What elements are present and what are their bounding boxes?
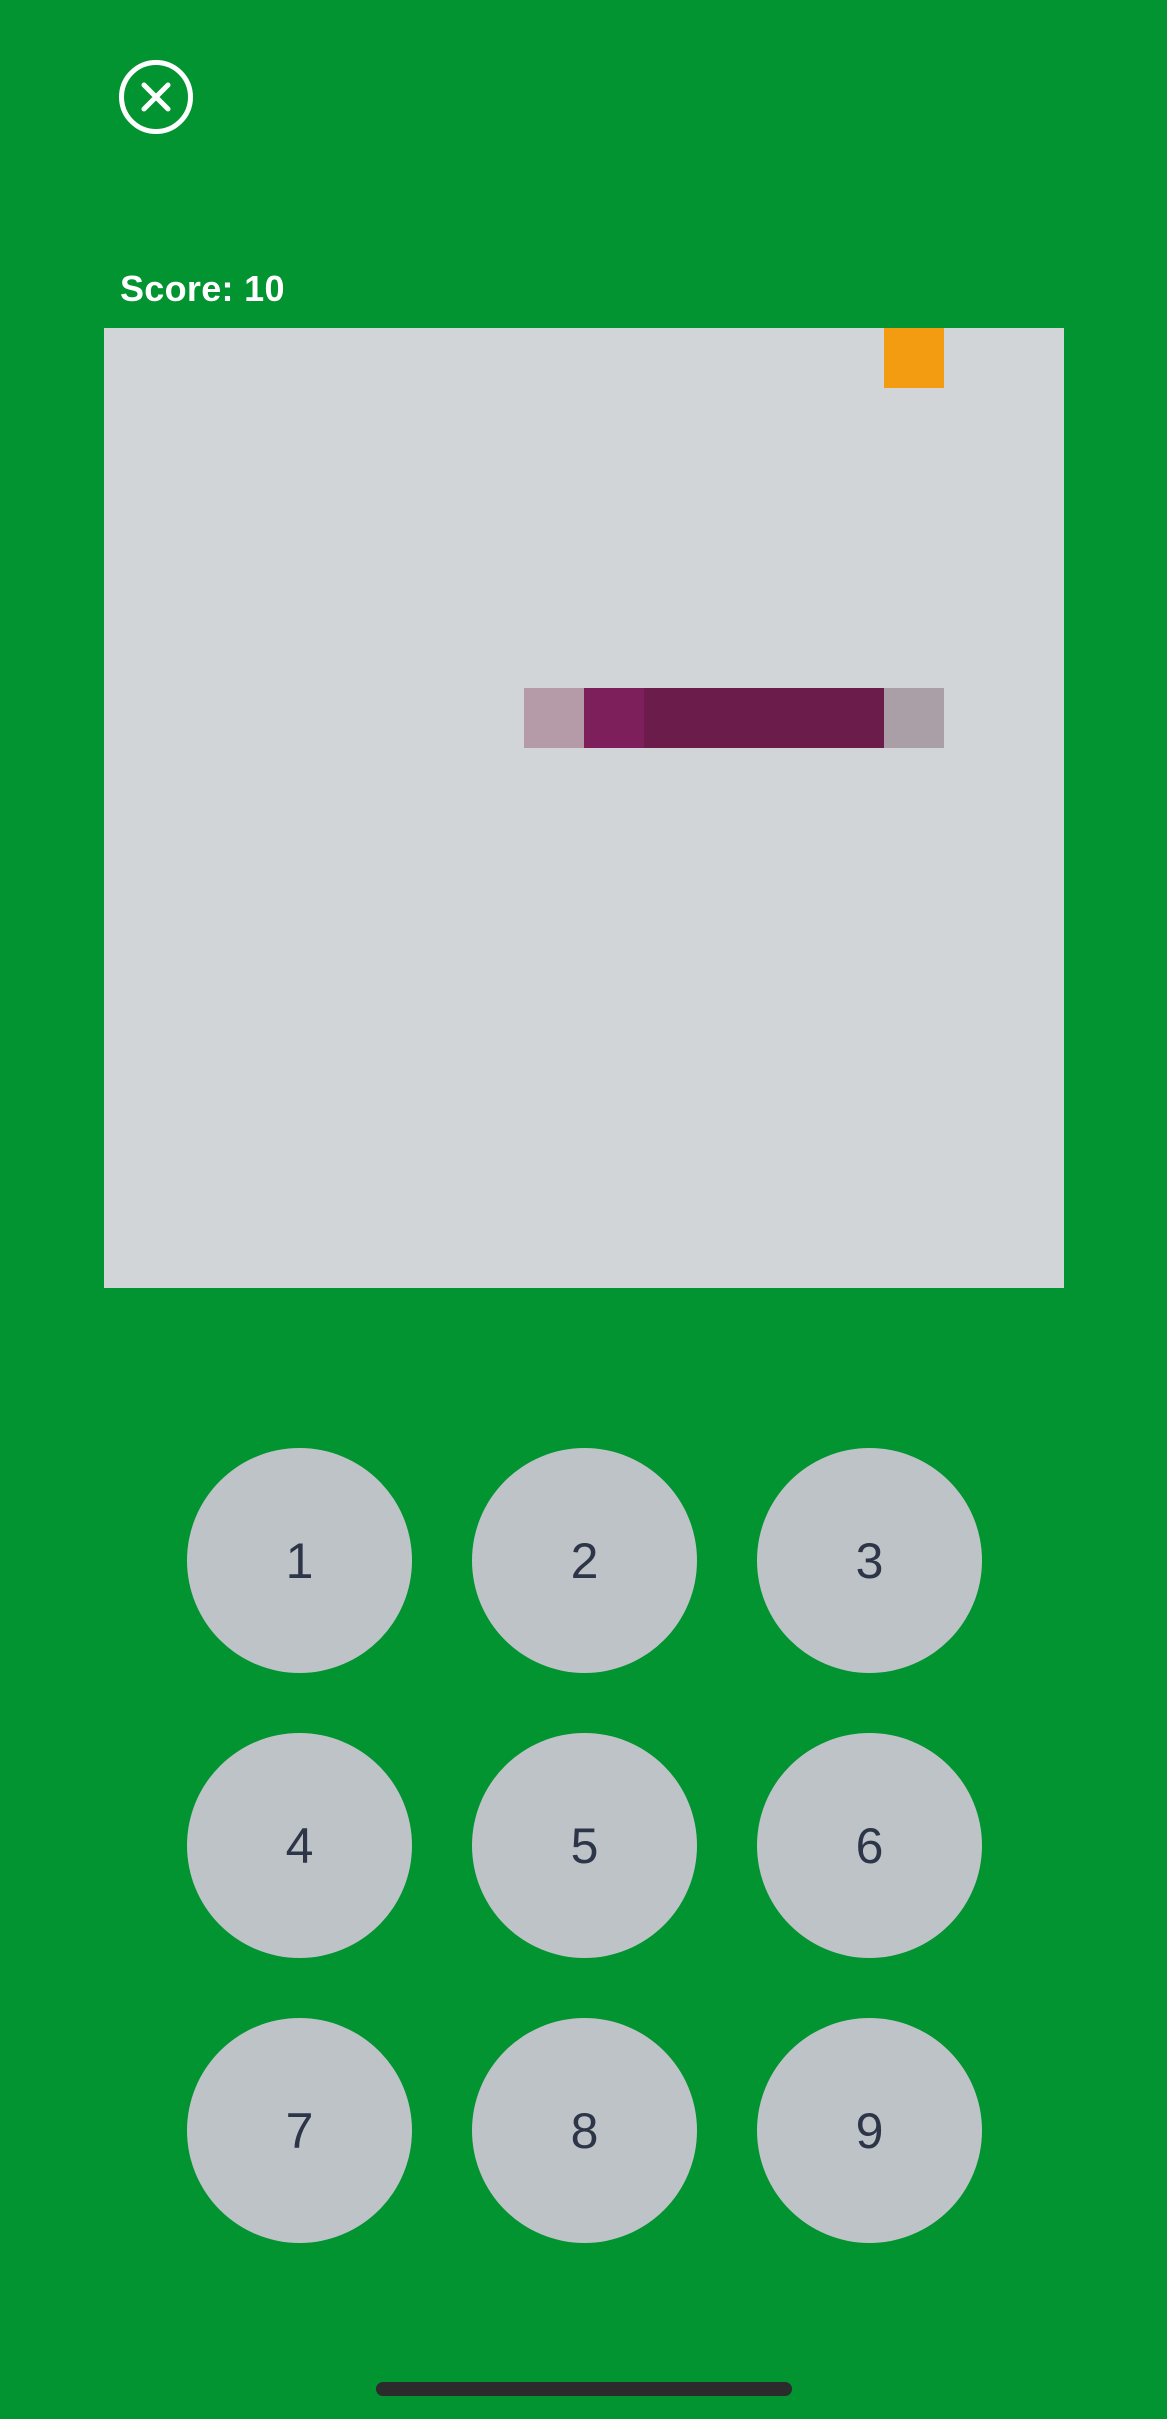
game-board [104, 328, 1064, 1288]
snake-segment [824, 688, 884, 748]
close-icon [141, 82, 171, 112]
snake-segment [584, 688, 644, 748]
key-4[interactable]: 4 [187, 1733, 412, 1958]
snake-segment [704, 688, 764, 748]
snake-segment [764, 688, 824, 748]
key-2[interactable]: 2 [472, 1448, 697, 1673]
snake-segment [524, 688, 584, 748]
key-7[interactable]: 7 [187, 2018, 412, 2243]
key-6[interactable]: 6 [757, 1733, 982, 1958]
snake-segment [644, 688, 704, 748]
home-indicator[interactable] [376, 2382, 792, 2396]
key-1[interactable]: 1 [187, 1448, 412, 1673]
close-button[interactable] [119, 60, 193, 134]
score-label: Score: 10 [120, 268, 285, 309]
food-cell [884, 328, 944, 388]
key-8[interactable]: 8 [472, 2018, 697, 2243]
key-9[interactable]: 9 [757, 2018, 982, 2243]
key-3[interactable]: 3 [757, 1448, 982, 1673]
snake-segment [884, 688, 944, 748]
key-5[interactable]: 5 [472, 1733, 697, 1958]
